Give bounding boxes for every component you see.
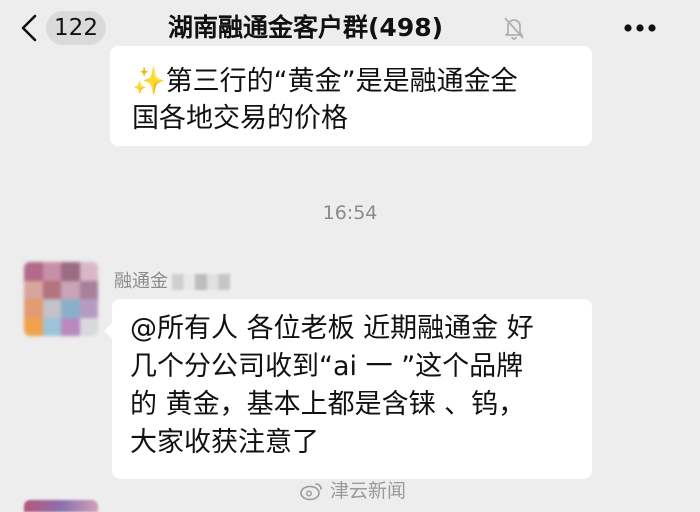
avatar[interactable] (24, 262, 98, 336)
chat-title: 湖南融通金客户群(498) (168, 13, 444, 42)
message-line: 几个分公司收到“ai 一 ”这个品牌 (130, 351, 524, 382)
sender-name-text: 融通金 (114, 271, 168, 292)
more-icon[interactable] (612, 16, 668, 40)
timestamp: 16:54 (322, 202, 378, 224)
watermark: 津云新闻 (300, 477, 406, 505)
message-line: 国各地交易的价格 (132, 103, 348, 134)
message-line: ✨第三行的“黄金”是是融通金全 (132, 66, 518, 97)
message-line: 大家收获注意了 (130, 427, 319, 458)
back-button[interactable]: 122 (20, 10, 106, 46)
mute-bell-icon (504, 17, 524, 40)
sender-name: 融通金 (114, 270, 230, 294)
sender-name-redaction (172, 274, 230, 290)
message-bubble[interactable]: @所有人 各位老板 近期融通金 好 几个分公司收到“ai 一 ”这个品牌 的 黄… (112, 299, 592, 479)
unread-count-badge: 122 (46, 11, 106, 45)
chevron-left-icon (21, 14, 37, 42)
message-bubble[interactable]: ✨第三行的“黄金”是是融通金全 国各地交易的价格 (110, 46, 592, 146)
weibo-logo-icon (300, 483, 322, 501)
message-line: @所有人 各位老板 近期融通金 好 (130, 313, 534, 344)
message-line: 的 黄金，基本上都是含铼 、钨， (130, 389, 526, 420)
avatar[interactable] (24, 500, 98, 512)
watermark-text: 津云新闻 (330, 480, 407, 502)
